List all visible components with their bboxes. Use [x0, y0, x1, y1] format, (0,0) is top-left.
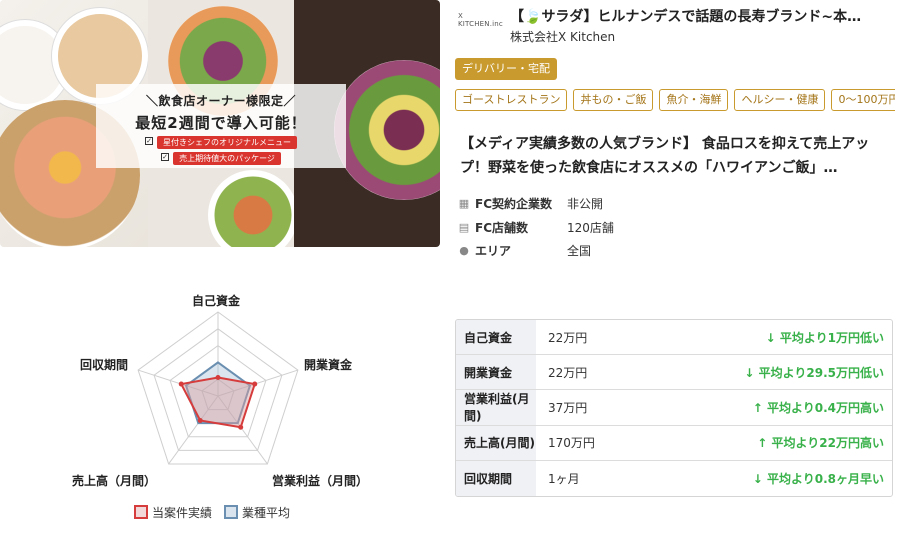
- promo-overlay: ＼飲食店オーナー様限定／ 最短2週間で導入可能！ ✓ 星付きシェフのオリジナルメニ…: [96, 84, 346, 168]
- radar-point-case: [197, 417, 203, 423]
- radar-legend: 当案件実績 業種平均: [134, 504, 290, 521]
- promo-point-1: 星付きシェフのオリジナルメニュー: [157, 136, 297, 149]
- promo-subtitle: ＼飲食店オーナー様限定／: [145, 94, 296, 108]
- spec-fc-stores: ▤ FC店舗数 120店舗: [458, 220, 614, 235]
- radar-axis-label: 営業利益（月間）: [272, 474, 369, 488]
- store-icon: ▤: [458, 220, 470, 234]
- spec-area: ● エリア 全国: [459, 243, 592, 258]
- leaf-icon: 🍃: [524, 9, 542, 25]
- table-row: 開業資金 22万円 ↓ 平均より29.5万円低い: [456, 355, 892, 391]
- tag-item: 魚介・海鮮: [659, 89, 729, 111]
- building-icon: ▦: [458, 196, 470, 210]
- table-row: 回収期間 1ヶ月 ↓ 平均より0.8ヶ月早い: [456, 460, 892, 496]
- radar-chart: 自己資金 開業資金 営業利益（月間） 売上高（月間） 回収期間 当案件実績 業種…: [0, 280, 445, 536]
- company-name: 株式会社X Kitchen: [510, 30, 616, 44]
- radar-axis-label: 開業資金: [304, 358, 353, 372]
- radar-point-case: [215, 375, 221, 381]
- hero-image[interactable]: ＼飲食店オーナー様限定／ 最短2週間で導入可能！ ✓ 星付きシェフのオリジナルメニ…: [0, 0, 440, 247]
- table-row: 営業利益(月間) 37万円 ↑ 平均より0.4万円高い: [456, 390, 892, 426]
- brand-title[interactable]: 【🍃サラダ】ヒルナンデスで話題の長寿ブランド~本…: [510, 6, 892, 26]
- tag-item: ヘルシー・健康: [734, 89, 826, 111]
- radar-axis-label: 売上高（月間）: [72, 474, 157, 488]
- tag-list: ゴーストレストラン 丼もの・ご飯 魚介・海鮮 ヘルシー・健康 0〜100万円: [455, 89, 895, 113]
- tag-item: 丼もの・ご飯: [573, 89, 654, 111]
- brand-logo: X KITCHEN.inc: [458, 12, 503, 28]
- radar-axis-label: 回収期間: [80, 358, 129, 372]
- radar-axis-label: 自己資金: [192, 294, 241, 308]
- category-badge: デリバリー・宅配: [455, 58, 557, 80]
- legend-case: 当案件実績: [134, 504, 212, 521]
- comparison-table: 自己資金 22万円 ↓ 平均より1万円低い 開業資金 22万円 ↓ 平均より29.5万円…: [455, 319, 893, 497]
- radar-series-case: [179, 376, 257, 429]
- promo-point-2: 売上期待値大のパッケージ: [173, 152, 281, 165]
- promo-title: 最短2週間で導入可能！: [135, 114, 307, 132]
- table-row: 自己資金 22万円 ↓ 平均より1万円低い: [456, 320, 892, 356]
- tag-item: ゴーストレストラン: [455, 89, 568, 111]
- radar-point-case: [252, 381, 258, 387]
- spec-fc-companies: ▦ FC契約企業数 非公開: [458, 196, 604, 211]
- table-row: 売上高(月間) 170万円 ↑ 平均より22万円高い: [456, 425, 892, 461]
- radar-svg: [137, 311, 299, 465]
- check-icon: ✓: [161, 153, 170, 161]
- tag-item: 0〜100万円: [831, 89, 895, 111]
- legend-average: 業種平均: [224, 504, 290, 521]
- check-icon: ✓: [145, 137, 153, 145]
- brand-description[interactable]: 【メディア実績多数の人気ブランド】 食品ロスを抑えて売上アッ プ！野菜を使った飲…: [460, 132, 890, 180]
- radar-point-case: [178, 381, 184, 387]
- map-pin-icon: ●: [459, 243, 469, 257]
- radar-point-case: [238, 424, 244, 430]
